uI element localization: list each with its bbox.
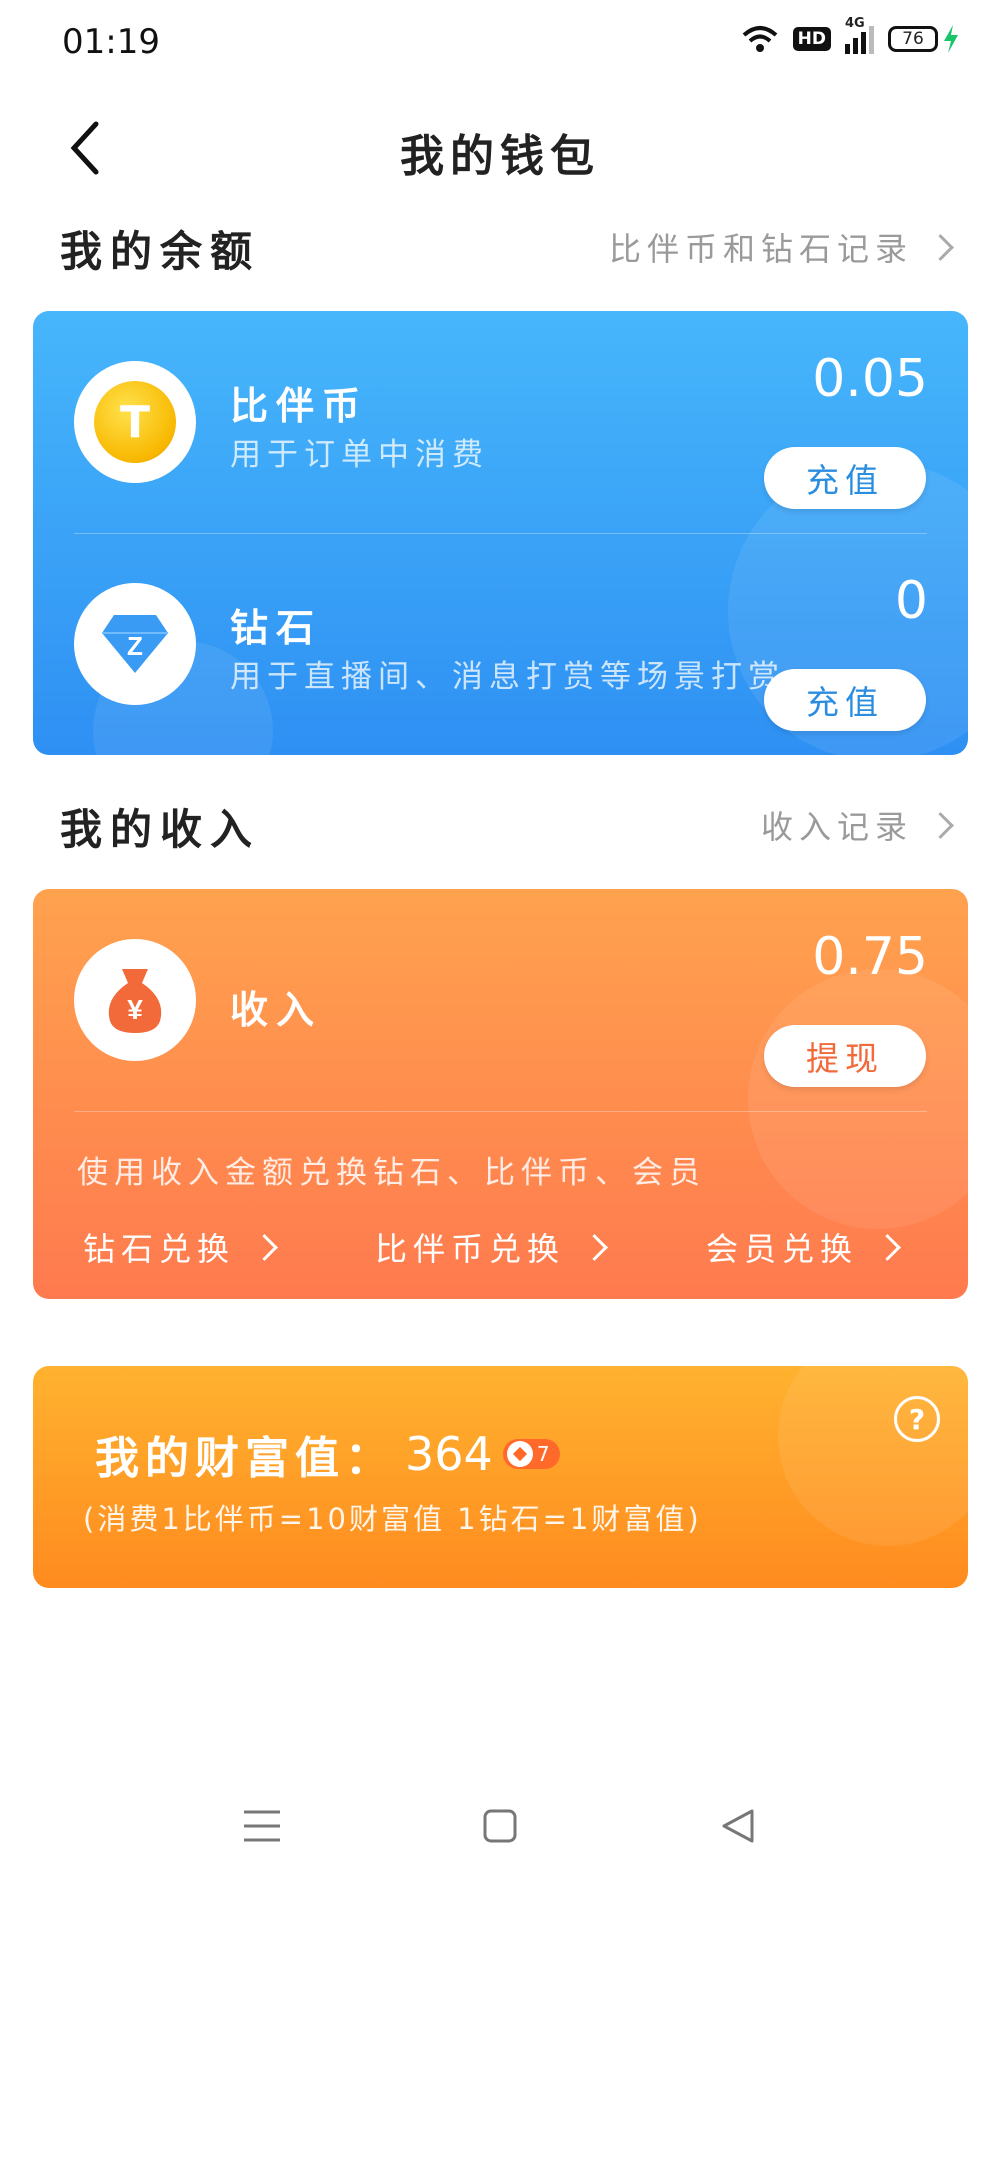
money-bag-icon: ¥ — [108, 969, 162, 1033]
help-icon[interactable]: ? — [894, 1396, 940, 1442]
vip-exchange-link[interactable]: 会员兑换 — [706, 1224, 901, 1270]
diamond-name: 钻石 — [230, 606, 323, 650]
divider — [74, 1111, 927, 1112]
coin-avatar: T — [74, 361, 196, 483]
network-label: 4G — [845, 16, 865, 31]
wealth-value: 364 — [405, 1427, 493, 1481]
balance-records-label: 比伴币和钻石记录 — [608, 230, 913, 268]
back-nav-button[interactable] — [708, 1796, 768, 1856]
money-bag-symbol: ¥ — [127, 994, 143, 1025]
coin-balance: 0.05 — [812, 349, 928, 409]
income-section-title: 我的收入 — [60, 805, 261, 854]
wealth-level: 7 — [536, 1442, 550, 1466]
money-bag-avatar: ¥ — [74, 939, 196, 1061]
wifi-icon — [742, 26, 777, 52]
status-time: 01:19 — [62, 22, 160, 62]
diamond-icon-letter: Z — [127, 631, 143, 661]
home-nav-button[interactable] — [470, 1796, 530, 1856]
battery-icon: 76 — [888, 26, 938, 52]
diamond-balance: 0 — [894, 571, 928, 631]
income-records-link[interactable]: 收入记录 — [760, 802, 954, 848]
withdraw-button[interactable]: 提现 — [764, 1025, 926, 1087]
chevron-right-icon — [927, 233, 954, 261]
income-balance: 0.75 — [812, 927, 928, 987]
battery-indicator: 76 — [888, 24, 960, 54]
income-exchange-note: 使用收入金额兑换钻石、比伴币、会员 — [77, 1155, 706, 1191]
coin-exchange-label: 比伴币兑换 — [375, 1230, 566, 1268]
chevron-right-icon — [581, 1233, 608, 1261]
chevron-right-icon — [251, 1233, 278, 1261]
balance-section-title: 我的余额 — [60, 227, 261, 276]
diamond-desc: 用于直播间、消息打赏等场景打赏 — [230, 659, 785, 695]
coin-icon: T — [94, 381, 176, 463]
charging-icon — [944, 25, 958, 53]
level-icon — [506, 1441, 533, 1467]
wealth-card: 我的财富值： 364 7 (消费1比伴币=10财富值 1钻石=1财富值) ? — [33, 1366, 968, 1588]
signal-icon: 4G — [845, 16, 874, 54]
square-icon — [483, 1809, 517, 1843]
chevron-right-icon — [874, 1233, 901, 1261]
decor-circle — [748, 969, 968, 1229]
diamond-recharge-button[interactable]: 充值 — [764, 669, 926, 731]
income-name: 收入 — [230, 988, 323, 1032]
menu-nav-button[interactable] — [232, 1796, 292, 1856]
wealth-line: 我的财富值： 364 7 — [95, 1422, 560, 1486]
hd-badge: HD — [792, 27, 831, 51]
divider — [74, 533, 927, 534]
status-icons: HD 4G 76 — [741, 16, 960, 54]
vip-exchange-label: 会员兑换 — [706, 1230, 859, 1268]
diamond-avatar: Z — [74, 583, 196, 705]
coin-desc: 用于订单中消费 — [230, 437, 489, 473]
coin-recharge-button[interactable]: 充值 — [764, 447, 926, 509]
coin-name: 比伴币 — [230, 384, 369, 428]
income-card: ¥ 收入 0.75 提现 使用收入金额兑换钻石、比伴币、会员 钻石兑换 比伴币兑… — [33, 889, 968, 1299]
wealth-note: (消费1比伴币=10财富值 1钻石=1财富值) — [83, 1502, 702, 1536]
wealth-label: 我的财富值： — [95, 1433, 395, 1484]
diamond-exchange-label: 钻石兑换 — [83, 1230, 236, 1268]
triangle-back-icon — [722, 1809, 754, 1843]
diamond-icon: Z — [102, 615, 168, 673]
chevron-right-icon — [927, 811, 954, 839]
balance-records-link[interactable]: 比伴币和钻石记录 — [608, 224, 954, 270]
wealth-level-badge: 7 — [502, 1439, 560, 1469]
menu-icon — [244, 1810, 280, 1842]
decor-circle — [778, 1366, 968, 1546]
coin-exchange-link[interactable]: 比伴币兑换 — [375, 1224, 608, 1270]
diamond-exchange-link[interactable]: 钻石兑换 — [83, 1224, 278, 1270]
income-records-label: 收入记录 — [760, 808, 913, 846]
page-title: 我的钱包 — [400, 131, 600, 182]
balance-card: T 比伴币 用于订单中消费 0.05 充值 Z 钻石 用于直播间、消息打赏等场景… — [33, 311, 968, 755]
